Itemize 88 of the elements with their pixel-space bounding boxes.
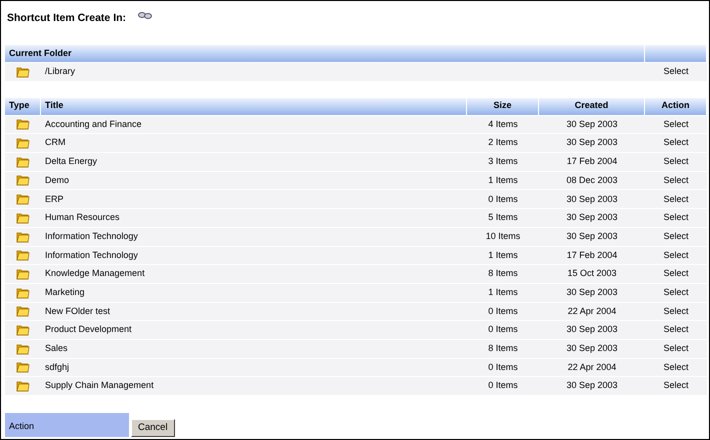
- select-link[interactable]: Select: [645, 265, 707, 283]
- select-link[interactable]: Select: [645, 358, 707, 376]
- folder-icon: [16, 305, 30, 318]
- folder-title[interactable]: Sales: [41, 340, 467, 358]
- folder-title[interactable]: Product Development: [41, 321, 467, 339]
- table-cell: 30 Sep 2003: [539, 228, 645, 246]
- select-link[interactable]: Select: [645, 190, 707, 208]
- folder-title[interactable]: Human Resources: [41, 209, 467, 227]
- table-cell: 30 Sep 2003: [539, 321, 645, 339]
- folder-icon: [16, 230, 30, 243]
- page-title: Shortcut Item Create In:: [7, 11, 126, 26]
- select-link[interactable]: Select: [645, 172, 707, 190]
- folder-title[interactable]: sdfghj: [41, 358, 467, 376]
- table-cell: 8 Items: [467, 265, 539, 283]
- select-link[interactable]: Select: [645, 340, 707, 358]
- folder-icon: [16, 380, 30, 392]
- select-link[interactable]: Select: [645, 63, 707, 81]
- table-cell: 30 Sep 2003: [539, 190, 645, 208]
- table-cell: 4 Items: [467, 116, 539, 134]
- folder-title[interactable]: Knowledge Management: [41, 265, 467, 283]
- table-cell: 30 Sep 2003: [539, 377, 645, 395]
- table-cell: 30 Sep 2003: [539, 340, 645, 358]
- column-header: Created: [539, 98, 645, 115]
- folder-title[interactable]: Demo: [41, 172, 467, 190]
- select-link[interactable]: Select: [645, 116, 707, 134]
- folder-icon: [16, 212, 30, 224]
- folder-title[interactable]: ERP: [41, 190, 467, 208]
- folder-title[interactable]: Information Technology: [41, 246, 467, 264]
- folder-icon: [16, 268, 30, 280]
- table-cell: 0 Items: [467, 302, 539, 320]
- select-link[interactable]: Select: [645, 228, 707, 246]
- select-link[interactable]: Select: [645, 284, 707, 302]
- folder-path: /Library: [41, 63, 645, 81]
- table-cell: 0 Items: [467, 321, 539, 339]
- folder-icon: [16, 361, 30, 374]
- folder-title[interactable]: Information Technology: [41, 228, 467, 246]
- folder-icon: [16, 193, 30, 206]
- folder-title[interactable]: Accounting and Finance: [41, 116, 467, 134]
- select-link[interactable]: Select: [645, 302, 707, 320]
- cancel-button[interactable]: Cancel: [131, 419, 175, 437]
- table-cell: 17 Feb 2004: [539, 246, 645, 264]
- select-link[interactable]: Select: [645, 246, 707, 264]
- column-header: Size: [467, 98, 539, 115]
- column-header: Title: [41, 98, 467, 115]
- folder-icon: [16, 324, 30, 336]
- column-header: Type: [5, 98, 41, 115]
- table-cell: 1 Items: [467, 284, 539, 302]
- folder-title[interactable]: New FOlder test: [41, 302, 467, 320]
- table-cell: 22 Apr 2004: [539, 302, 645, 320]
- folder-icon: [16, 156, 30, 168]
- table-cell: 0 Items: [467, 377, 539, 395]
- table-cell: 0 Items: [467, 358, 539, 376]
- select-link[interactable]: Select: [645, 321, 707, 339]
- folder-icon: [16, 286, 30, 299]
- table-cell: 22 Apr 2004: [539, 358, 645, 376]
- folder-icon: [16, 174, 30, 186]
- folder-title[interactable]: Supply Chain Management: [41, 377, 467, 395]
- folder-icon: [16, 137, 30, 150]
- table-cell: 30 Sep 2003: [539, 134, 645, 152]
- folder-icon: [16, 342, 30, 355]
- folder-icon: [16, 66, 30, 78]
- table-cell: 8 Items: [467, 340, 539, 358]
- folder-icon: [16, 118, 30, 130]
- table-cell: 15 Oct 2003: [539, 265, 645, 283]
- table-cell: 30 Sep 2003: [539, 116, 645, 134]
- table-cell: 10 Items: [467, 228, 539, 246]
- table-cell: 30 Sep 2003: [539, 284, 645, 302]
- folder-icon: [16, 249, 30, 262]
- select-link[interactable]: Select: [645, 134, 707, 152]
- table-cell: 1 Items: [467, 172, 539, 190]
- folder-title[interactable]: CRM: [41, 134, 467, 152]
- folder-title[interactable]: Delta Energy: [41, 153, 467, 171]
- section-header: Current Folder: [5, 45, 645, 62]
- table-cell: 30 Sep 2003: [539, 209, 645, 227]
- action-label: Action: [5, 413, 129, 437]
- select-link[interactable]: Select: [645, 377, 707, 395]
- select-link[interactable]: Select: [645, 153, 707, 171]
- select-link[interactable]: Select: [645, 209, 707, 227]
- table-cell: 08 Dec 2003: [539, 172, 645, 190]
- shortcut-icon: [138, 11, 152, 20]
- table-cell: 5 Items: [467, 209, 539, 227]
- table-cell: 1 Items: [467, 246, 539, 264]
- folder-title[interactable]: Marketing: [41, 284, 467, 302]
- table-cell: 3 Items: [467, 153, 539, 171]
- table-cell: 0 Items: [467, 190, 539, 208]
- table-cell: 2 Items: [467, 134, 539, 152]
- column-header: Action: [645, 98, 707, 115]
- table-cell: 17 Feb 2004: [539, 153, 645, 171]
